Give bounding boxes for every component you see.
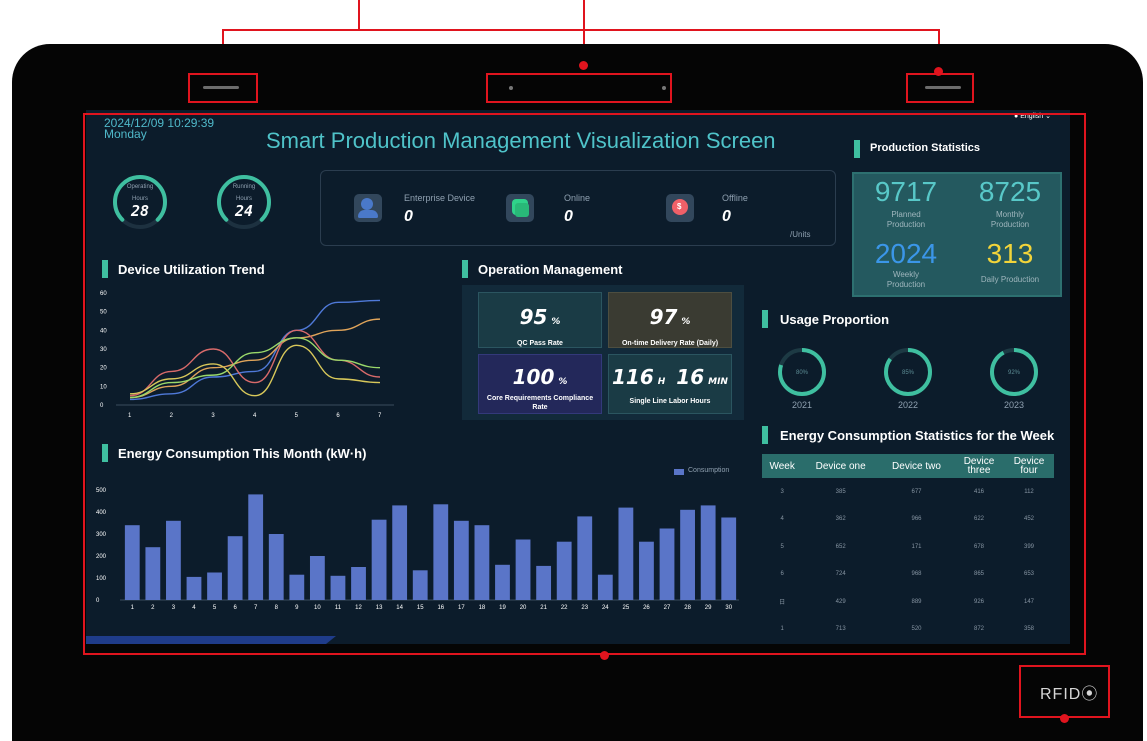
rfid-label: RFID (1040, 686, 1082, 703)
callout-box (486, 73, 672, 103)
callout-dot (579, 61, 588, 70)
callout-dot (600, 651, 609, 660)
callout-box (906, 73, 974, 103)
rfid-wave-icon: ⦿ (1081, 686, 1099, 703)
callout-line (358, 0, 360, 30)
callout-box (188, 73, 258, 103)
callout-line (222, 29, 940, 31)
callout-box (83, 113, 1086, 655)
callout-dot (1060, 714, 1069, 723)
callout-dot (934, 67, 943, 76)
callout-line (583, 0, 585, 30)
rfid-reader-label: RFID⦿ (1040, 680, 1098, 704)
